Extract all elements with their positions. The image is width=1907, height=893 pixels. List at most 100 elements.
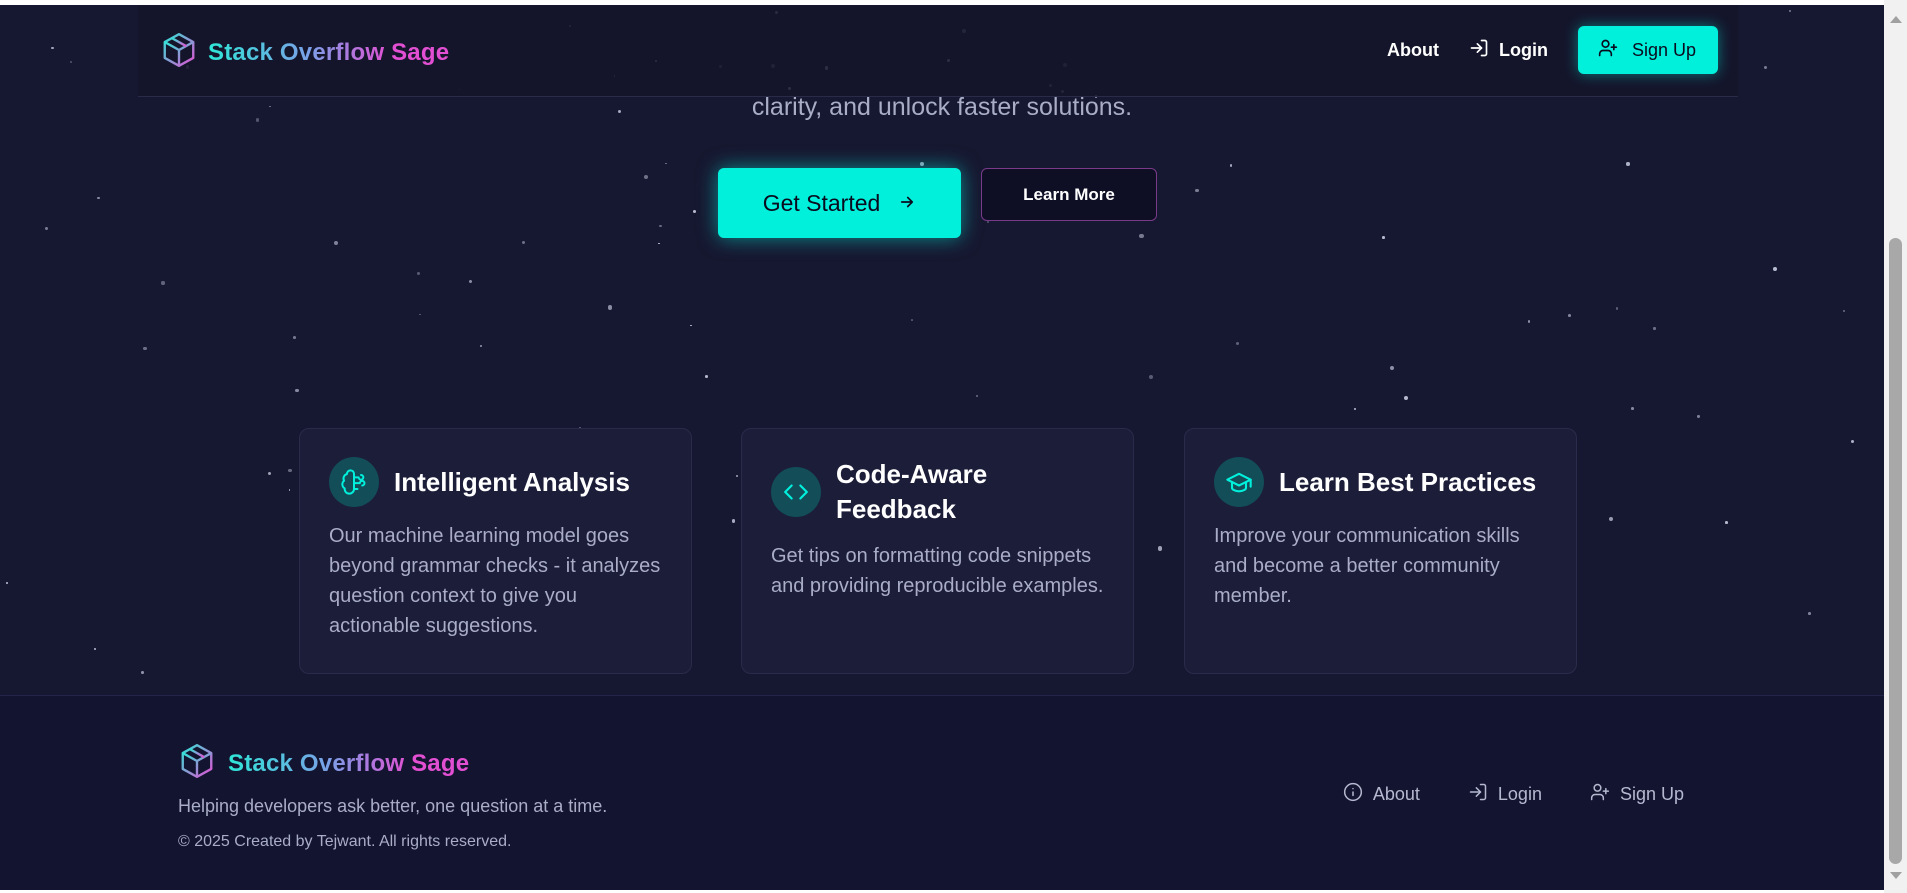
- cube-logo-icon: [178, 742, 216, 785]
- site-header: Stack Overflow Sage About Login Sign Up: [138, 5, 1738, 97]
- footer-signup-label: Sign Up: [1619, 784, 1684, 804]
- star-dot: [1653, 327, 1656, 330]
- login-icon: [1469, 38, 1489, 63]
- signup-button[interactable]: Sign Up: [1577, 26, 1718, 74]
- header-nav: About Login Sign Up: [1387, 26, 1718, 74]
- star-dot: [644, 174, 649, 179]
- header-brand[interactable]: Stack Overflow Sage: [160, 31, 449, 74]
- star-dot: [1195, 188, 1199, 193]
- star-dot: [911, 319, 913, 321]
- footer-nav: About Login Sign Up: [1343, 782, 1684, 807]
- star-dot: [735, 474, 739, 477]
- star-dot: [705, 374, 709, 378]
- star-dot: [1148, 375, 1153, 380]
- user-plus-icon: [1590, 782, 1610, 807]
- star-dot: [69, 61, 72, 64]
- footer-login-link[interactable]: Login: [1468, 782, 1542, 807]
- star-dot: [1381, 236, 1385, 240]
- feature-title: Learn Best Practices: [1279, 466, 1537, 497]
- star-dot: [480, 345, 482, 347]
- scrollbar-thumb[interactable]: [1889, 238, 1902, 864]
- star-dot: [51, 46, 54, 49]
- page-scrollbar[interactable]: [1884, 0, 1907, 893]
- star-dot: [1763, 66, 1767, 70]
- star-dot: [1851, 440, 1855, 444]
- star-dot: [1772, 266, 1777, 272]
- brand-name-part2: Sage: [411, 749, 470, 777]
- feature-card-learn-best-practices: Learn Best Practices Improve your commun…: [1184, 428, 1577, 674]
- feature-description: Improve your communication skills and be…: [1214, 525, 1520, 607]
- footer-about-link[interactable]: About: [1343, 782, 1420, 807]
- star-dot: [418, 313, 421, 316]
- star-dot: [93, 648, 96, 651]
- brand-name-part1: Stack Overflow: [228, 749, 412, 777]
- star-dot: [659, 224, 662, 228]
- star-dot: [1724, 521, 1728, 525]
- star-dot: [97, 196, 101, 200]
- get-started-label: Get Started: [762, 189, 881, 216]
- scroll-down-arrow-icon[interactable]: [1890, 872, 1902, 879]
- star-dot: [1229, 164, 1232, 167]
- star-dot: [292, 335, 296, 339]
- get-started-button[interactable]: Get Started: [718, 168, 961, 238]
- star-dot: [1615, 307, 1619, 311]
- brand-name-part2: Sage: [391, 38, 450, 66]
- star-dot: [1567, 313, 1571, 317]
- page-viewport: Stack Overflow Sage About Login Sign Up …: [0, 5, 1884, 890]
- footer-brand[interactable]: Stack Overflow Sage: [178, 742, 469, 785]
- nav-login-link[interactable]: Login: [1469, 38, 1548, 63]
- star-dot: [1626, 162, 1630, 166]
- feature-card-intelligent-analysis: Intelligent Analysis Our machine learnin…: [299, 428, 692, 674]
- star-dot: [657, 242, 660, 245]
- hero-subtitle: clarity, and unlock faster solutions.: [751, 93, 1133, 121]
- footer-signup-link[interactable]: Sign Up: [1590, 782, 1684, 807]
- star-dot: [920, 162, 924, 167]
- star-dot: [665, 162, 667, 165]
- star-dot: [141, 671, 144, 675]
- feature-title: Code-Aware Feedback: [836, 459, 988, 524]
- footer-brand-name: Stack Overflow Sage: [228, 750, 469, 778]
- footer-login-label: Login: [1497, 784, 1542, 804]
- star-dot: [986, 220, 989, 223]
- footer-tagline: Helping developers ask better, one quest…: [178, 796, 608, 816]
- star-dot: [690, 324, 692, 327]
- star-dot: [288, 468, 292, 473]
- feature-description: Get tips on formatting code snippets and…: [771, 545, 1104, 597]
- cube-logo-icon: [160, 31, 198, 74]
- star-dot: [161, 281, 165, 285]
- star-dot: [1808, 611, 1812, 615]
- brand-name: Stack Overflow Sage: [208, 39, 449, 67]
- star-dot: [1235, 341, 1240, 345]
- scroll-up-arrow-icon[interactable]: [1890, 16, 1902, 23]
- footer-about-label: About: [1372, 784, 1420, 804]
- star-dot: [1527, 320, 1531, 323]
- star-dot: [521, 241, 525, 245]
- star-dot: [468, 280, 472, 284]
- star-dot: [1843, 310, 1846, 313]
- code-icon: [771, 467, 821, 517]
- star-dot: [268, 471, 272, 476]
- star-dot: [1697, 415, 1700, 418]
- star-dot: [1608, 516, 1614, 522]
- star-dot: [5, 581, 8, 584]
- star-dot: [295, 388, 299, 393]
- learn-more-button[interactable]: Learn More: [981, 168, 1157, 221]
- star-dot: [1353, 407, 1356, 410]
- feature-description: Our machine learning model goes beyond g…: [329, 525, 661, 637]
- star-dot: [333, 240, 338, 245]
- brain-icon: [329, 457, 379, 507]
- login-icon: [1468, 782, 1488, 807]
- footer-copyright: © 2025 Created by Tejwant. All rights re…: [178, 833, 512, 850]
- star-dot: [1139, 233, 1144, 238]
- star-dot: [288, 489, 291, 491]
- site-footer: Stack Overflow Sage Helping developers a…: [0, 695, 1884, 890]
- nav-about-link[interactable]: About: [1387, 40, 1439, 61]
- nav-about-label: About: [1386, 39, 1439, 60]
- star-dot: [731, 519, 736, 523]
- signup-label: Sign Up: [1631, 39, 1696, 60]
- star-dot: [1389, 366, 1394, 371]
- star-dot: [693, 209, 697, 214]
- star-dot: [607, 305, 612, 310]
- feature-card-code-aware-feedback: Code-Aware Feedback Get tips on formatti…: [741, 428, 1134, 674]
- nav-login-label: Login: [1498, 39, 1548, 60]
